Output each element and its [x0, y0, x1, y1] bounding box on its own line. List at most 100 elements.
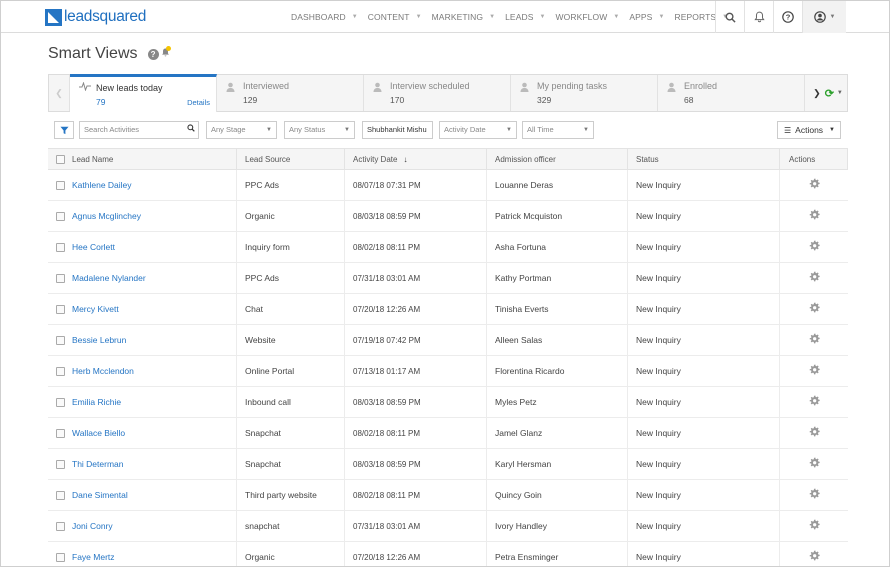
actions-cell	[780, 263, 848, 293]
lead-name-link[interactable]: Wallace Biello	[72, 428, 125, 438]
nav-item-leads[interactable]: LEADS ▼	[500, 1, 550, 33]
lead-name-link[interactable]: Agnus Mcglinchey	[72, 211, 141, 221]
row-checkbox[interactable]	[56, 521, 65, 531]
row-checkbox[interactable]	[56, 366, 65, 376]
lead-name-link[interactable]: Thi Determan	[72, 459, 124, 469]
nav-item-apps[interactable]: APPS ▼	[624, 1, 669, 33]
row-checkbox[interactable]	[56, 304, 65, 314]
gear-icon[interactable]	[809, 519, 820, 533]
gear-icon[interactable]	[809, 271, 820, 285]
status-cell: New Inquiry	[628, 201, 780, 231]
table-row[interactable]: Emilia Richie Inbound call 08/03/18 08:59 …	[48, 387, 848, 418]
row-checkbox[interactable]	[56, 397, 65, 407]
owner-select[interactable]: Shubhankit Mishu	[362, 121, 433, 139]
notification-bell-icon[interactable]	[161, 46, 171, 61]
lead-name-link[interactable]: Hee Corlett	[72, 242, 115, 252]
search-activities-input[interactable]: Search Activities	[79, 121, 199, 139]
chevron-down-icon: ▼	[266, 127, 272, 133]
nav-item-content[interactable]: CONTENT ▼	[363, 1, 427, 33]
search-icon[interactable]	[715, 1, 744, 33]
help-icon[interactable]: ?	[773, 1, 802, 33]
actions-cell	[780, 201, 848, 231]
time-range-select[interactable]: All Time ▼	[522, 121, 594, 139]
lead-name-link[interactable]: Madalene Nylander	[72, 273, 146, 283]
lead-name-link[interactable]: Dane Simental	[72, 490, 128, 500]
activity-date-cell: 08/02/18 08:11 PM	[345, 480, 487, 510]
lead-name-link[interactable]: Faye Mertz	[72, 552, 115, 562]
table-row[interactable]: Hee Corlett Inquiry form 08/02/18 08:11 PM…	[48, 232, 848, 263]
gear-icon[interactable]	[809, 333, 820, 347]
chevron-down-icon[interactable]: ▼	[837, 90, 843, 96]
tab-my-pending-tasks[interactable]: My pending tasks 329	[511, 75, 658, 111]
lead-name-link[interactable]: Joni Conry	[72, 521, 113, 531]
filter-button[interactable]	[54, 121, 74, 139]
logo[interactable]: leadsquared	[45, 7, 146, 27]
nav-item-dashboard[interactable]: DASHBOARD ▼	[286, 1, 363, 33]
gear-icon[interactable]	[809, 457, 820, 471]
status-cell: New Inquiry	[628, 325, 780, 355]
gear-icon[interactable]	[809, 364, 820, 378]
actions-dropdown-button[interactable]: ☰ Actions ▼	[777, 121, 841, 139]
col-status[interactable]: Status	[628, 149, 780, 169]
table-row[interactable]: Herb Mcclendon Online Portal 07/13/18 01:1…	[48, 356, 848, 387]
lead-source-cell: Snapchat	[237, 418, 345, 448]
status-select[interactable]: Any Status ▼	[284, 121, 355, 139]
gear-icon[interactable]	[809, 209, 820, 223]
tab-interviewed[interactable]: Interviewed 129	[217, 75, 364, 111]
gear-icon[interactable]	[809, 302, 820, 316]
gear-icon[interactable]	[809, 488, 820, 502]
tab-label: New leads today	[96, 83, 163, 93]
table-row[interactable]: Mercy Kivett Chat 07/20/18 12:26 AM Tinisha…	[48, 294, 848, 325]
admission-officer-cell: Karyl Hersman	[487, 449, 628, 479]
row-checkbox[interactable]	[56, 459, 65, 469]
row-checkbox[interactable]	[56, 552, 65, 562]
row-checkbox[interactable]	[56, 180, 65, 190]
user-menu[interactable]: ▼	[802, 1, 846, 33]
gear-icon[interactable]	[809, 426, 820, 440]
row-checkbox[interactable]	[56, 490, 65, 500]
table-row[interactable]: Dane Simental Third party website 08/02/18…	[48, 480, 848, 511]
col-lead-name[interactable]: Lead Name	[48, 149, 237, 169]
person-icon	[373, 82, 382, 95]
select-all-checkbox[interactable]	[56, 154, 65, 164]
gear-icon[interactable]	[809, 395, 820, 409]
lead-name-link[interactable]: Bessie Lebrun	[72, 335, 126, 345]
gear-icon[interactable]	[809, 178, 820, 192]
nav-item-marketing[interactable]: MARKETING ▼	[427, 1, 500, 33]
tab-enrolled[interactable]: Enrolled 68	[658, 75, 805, 111]
gear-icon[interactable]	[809, 550, 820, 564]
gear-icon[interactable]	[809, 240, 820, 254]
table-row[interactable]: Joni Conry snapchat 07/31/18 03:01 AM Ivory…	[48, 511, 848, 542]
table-row[interactable]: Madalene Nylander PPC Ads 07/31/18 03:01 A…	[48, 263, 848, 294]
bell-icon[interactable]	[744, 1, 773, 33]
row-checkbox[interactable]	[56, 242, 65, 252]
tabs-prev-button[interactable]: ❮	[49, 75, 70, 111]
table-row[interactable]: Kathlene Dailey PPC Ads 08/07/18 07:31 PM L…	[48, 170, 848, 201]
nav-item-workflow[interactable]: WORKFLOW ▼	[551, 1, 625, 33]
row-checkbox[interactable]	[56, 211, 65, 221]
col-admission-officer[interactable]: Admission officer	[487, 149, 628, 169]
tab-interview-scheduled[interactable]: Interview scheduled 170	[364, 75, 511, 111]
lead-name-link[interactable]: Kathlene Dailey	[72, 180, 132, 190]
table-row[interactable]: Bessie Lebrun Website 07/19/18 07:42 PM All…	[48, 325, 848, 356]
table-row[interactable]: Agnus Mcglinchey Organic 08/03/18 08:59 PM…	[48, 201, 848, 232]
refresh-icon[interactable]: ⟳	[825, 87, 834, 100]
col-lead-source[interactable]: Lead Source	[237, 149, 345, 169]
lead-name-link[interactable]: Mercy Kivett	[72, 304, 119, 314]
lead-name-link[interactable]: Emilia Richie	[72, 397, 121, 407]
table-row[interactable]: Thi Determan Snapchat 08/03/18 08:59 PM Kar…	[48, 449, 848, 480]
tab-details-link[interactable]: Details	[187, 98, 210, 107]
help-icon[interactable]: ?	[147, 48, 159, 60]
lead-name-link[interactable]: Herb Mcclendon	[72, 366, 134, 376]
tab-new-leads-today[interactable]: New leads today 79 Details	[70, 74, 217, 112]
row-checkbox[interactable]	[56, 273, 65, 283]
admission-officer-cell: Asha Fortuna	[487, 232, 628, 262]
chevron-right-icon[interactable]: ❯	[813, 88, 821, 99]
col-activity-date[interactable]: Activity Date ↓	[345, 149, 487, 169]
table-row[interactable]: Wallace Biello Snapchat 08/02/18 08:11 PM J…	[48, 418, 848, 449]
stage-select[interactable]: Any Stage ▼	[206, 121, 277, 139]
date-field-select[interactable]: Activity Date ▼	[439, 121, 517, 139]
row-checkbox[interactable]	[56, 428, 65, 438]
table-row[interactable]: Faye Mertz Organic 07/20/18 12:26 AM Petra …	[48, 542, 848, 566]
row-checkbox[interactable]	[56, 335, 65, 345]
